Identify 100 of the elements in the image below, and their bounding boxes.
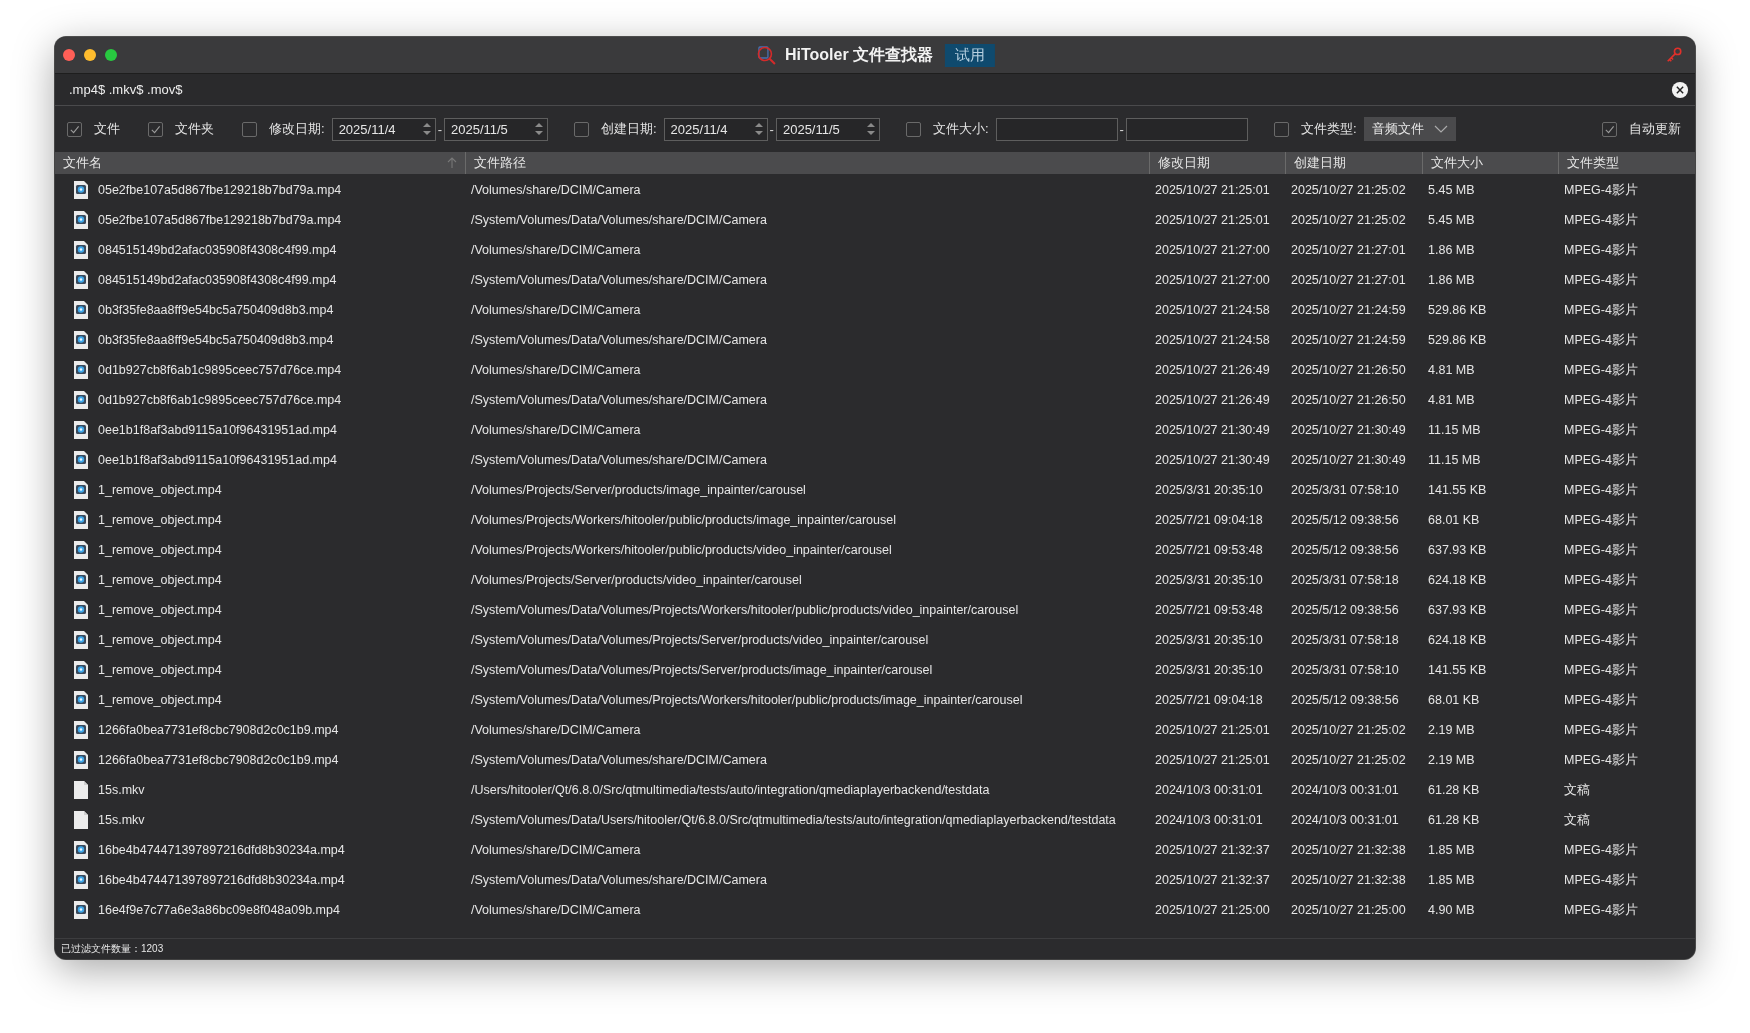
file-name-cell: 0ee1b1f8af3abd9115a10f96431951ad.mp4 bbox=[98, 453, 337, 467]
video-file-icon bbox=[73, 240, 89, 260]
file-type-cell: 文稿 bbox=[1564, 781, 1590, 799]
zoom-window-button[interactable] bbox=[105, 49, 117, 61]
video-file-icon bbox=[73, 390, 89, 410]
video-file-icon bbox=[73, 570, 89, 590]
window-title: HiTooler 文件查找器 bbox=[784, 44, 934, 65]
file-path-cell: /Volumes/share/DCIM/Camera bbox=[471, 903, 641, 917]
video-file-icon bbox=[73, 330, 89, 350]
date-field[interactable]: 2025/11/5 bbox=[775, 117, 880, 141]
video-file-icon bbox=[73, 300, 89, 320]
created-date-cell: 2025/10/27 21:26:50 bbox=[1291, 363, 1406, 377]
file-size-cell: 68.01 KB bbox=[1428, 693, 1480, 707]
created-date-cell: 2024/10/3 00:31:01 bbox=[1291, 813, 1399, 827]
created-date-cell: 2025/10/27 21:25:02 bbox=[1291, 183, 1406, 197]
modified-date-cell: 2025/10/27 21:26:49 bbox=[1155, 393, 1270, 407]
video-file-icon bbox=[73, 600, 89, 620]
modified-date-cell: 2025/3/31 20:35:10 bbox=[1155, 573, 1263, 587]
file-path-cell: /Volumes/Projects/Server/products/image_inpainter/carousel bbox=[471, 483, 806, 497]
video-file-icon bbox=[73, 720, 89, 740]
created-date-cell: 2025/10/27 21:25:00 bbox=[1291, 903, 1406, 917]
max-size-field[interactable] bbox=[1125, 117, 1248, 141]
checkbox[interactable] bbox=[242, 121, 257, 137]
check-icon bbox=[69, 123, 80, 135]
modified-date-cell: 2025/10/27 21:32:37 bbox=[1155, 873, 1270, 887]
file-size-cell: 529.86 KB bbox=[1428, 333, 1487, 347]
checkbox[interactable] bbox=[67, 121, 82, 137]
file-size-cell: 61.28 KB bbox=[1428, 783, 1480, 797]
video-file-icon bbox=[73, 360, 89, 380]
created-date-cell: 2025/10/27 21:24:59 bbox=[1291, 303, 1406, 317]
created-date-cell: 2025/5/12 09:38:56 bbox=[1291, 513, 1399, 527]
column-header[interactable]: 创建日期 bbox=[1285, 152, 1422, 174]
checkbox[interactable] bbox=[148, 121, 163, 137]
file-name-cell: 1_remove_object.mp4 bbox=[98, 573, 222, 587]
video-file-icon bbox=[73, 900, 89, 920]
file-type-cell: MPEG-4影片 bbox=[1564, 271, 1638, 289]
file-name-cell: 16e4f9e7c77a6e3a86bc09e8f048a09b.mp4 bbox=[98, 903, 340, 917]
file-name-cell: 1_remove_object.mp4 bbox=[98, 663, 222, 677]
file-type-cell: MPEG-4影片 bbox=[1564, 511, 1638, 529]
file-path-cell: /Volumes/Projects/Workers/hitooler/public/products/image_inpainter/carousel bbox=[471, 513, 896, 527]
file-size-cell: 1.86 MB bbox=[1428, 273, 1475, 287]
search-field[interactable]: .mp4$ .mkv$ .mov$ bbox=[67, 81, 1671, 98]
created-date-cell: 2025/10/27 21:32:38 bbox=[1291, 843, 1406, 857]
file-type-cell: MPEG-4影片 bbox=[1564, 421, 1638, 439]
created-date-cell: 2025/10/27 21:30:49 bbox=[1291, 423, 1406, 437]
modified-date-cell: 2025/10/27 21:27:00 bbox=[1155, 273, 1270, 287]
date-field[interactable]: 2025/11/4 bbox=[663, 117, 768, 141]
file-type-dropdown[interactable]: 音频文件 bbox=[1363, 117, 1456, 141]
created-date-cell: 2025/5/12 09:38:56 bbox=[1291, 693, 1399, 707]
file-type-cell: MPEG-4影片 bbox=[1564, 601, 1638, 619]
close-window-button[interactable] bbox=[63, 49, 75, 61]
file-name-cell: 15s.mkv bbox=[98, 783, 145, 797]
file-type-cell: MPEG-4影片 bbox=[1564, 841, 1638, 859]
file-type-cell: MPEG-4影片 bbox=[1564, 241, 1638, 259]
column-header[interactable]: 文件名 bbox=[55, 152, 465, 174]
checkbox[interactable] bbox=[905, 121, 921, 137]
date-field[interactable]: 2025/11/4 bbox=[331, 117, 436, 141]
key-icon[interactable] bbox=[1665, 46, 1683, 64]
range-separator: - bbox=[1119, 121, 1124, 137]
file-path-cell: /Users/hitooler/Qt/6.8.0/Src/qtmultimedia/tests/auto/integration/qmediaplayerbackend/testdata bbox=[471, 783, 990, 797]
video-file-icon bbox=[73, 420, 89, 440]
file-name-cell: 0d1b927cb8f6ab1c9895ceec757d76ce.mp4 bbox=[98, 363, 342, 377]
created-date-cell: 2025/10/27 21:30:49 bbox=[1291, 453, 1406, 467]
file-path-cell: /Volumes/share/DCIM/Camera bbox=[471, 423, 641, 437]
file-path-cell: /Volumes/share/DCIM/Camera bbox=[471, 303, 641, 317]
column-header[interactable]: 文件大小 bbox=[1422, 152, 1558, 174]
column-header[interactable]: 文件类型 bbox=[1558, 152, 1695, 174]
modified-date-cell: 2025/10/27 21:25:00 bbox=[1155, 903, 1270, 917]
blank-file-icon bbox=[73, 780, 89, 800]
file-type-cell: MPEG-4影片 bbox=[1564, 361, 1638, 379]
video-file-icon bbox=[73, 480, 89, 500]
file-size-cell: 1.86 MB bbox=[1428, 243, 1475, 257]
checkbox[interactable] bbox=[1602, 121, 1617, 137]
file-size-cell: 624.18 KB bbox=[1428, 573, 1487, 587]
created-date-cell: 2025/10/27 21:26:50 bbox=[1291, 393, 1406, 407]
file-path-cell: /System/Volumes/Data/Volumes/share/DCIM/Camera bbox=[471, 273, 767, 287]
modified-date-cell: 2025/10/27 21:26:49 bbox=[1155, 363, 1270, 377]
video-file-icon bbox=[73, 540, 89, 560]
min-size-field[interactable] bbox=[995, 117, 1118, 141]
modified-date-cell: 2024/10/3 00:31:01 bbox=[1155, 783, 1263, 797]
minimize-window-button[interactable] bbox=[84, 49, 96, 61]
checkbox[interactable] bbox=[573, 121, 589, 137]
file-path-cell: /Volumes/share/DCIM/Camera bbox=[471, 363, 641, 377]
clear-icon[interactable] bbox=[1671, 80, 1689, 99]
modified-date-cell: 2024/10/3 00:31:01 bbox=[1155, 813, 1263, 827]
modified-date-cell: 2025/3/31 20:35:10 bbox=[1155, 663, 1263, 677]
file-name-cell: 1_remove_object.mp4 bbox=[98, 513, 222, 527]
created-date-cell: 2025/10/27 21:25:02 bbox=[1291, 213, 1406, 227]
filter-label: 文件类型: bbox=[1300, 120, 1357, 138]
created-date-cell: 2024/10/3 00:31:01 bbox=[1291, 783, 1399, 797]
date-field[interactable]: 2025/11/5 bbox=[443, 117, 548, 141]
column-header[interactable]: 修改日期 bbox=[1149, 152, 1285, 174]
column-header[interactable]: 文件路径 bbox=[465, 152, 1149, 174]
file-path-cell: /System/Volumes/Data/Volumes/Projects/Workers/hitooler/public/products/video_inpainter/carousel bbox=[471, 603, 1019, 617]
created-date-cell: 2025/10/27 21:25:02 bbox=[1291, 723, 1406, 737]
blank-file-icon bbox=[73, 810, 89, 830]
file-type-cell: MPEG-4影片 bbox=[1564, 331, 1638, 349]
checkbox[interactable] bbox=[1273, 121, 1289, 137]
file-size-cell: 1.85 MB bbox=[1428, 873, 1475, 887]
modified-date-cell: 2025/10/27 21:30:49 bbox=[1155, 423, 1270, 437]
